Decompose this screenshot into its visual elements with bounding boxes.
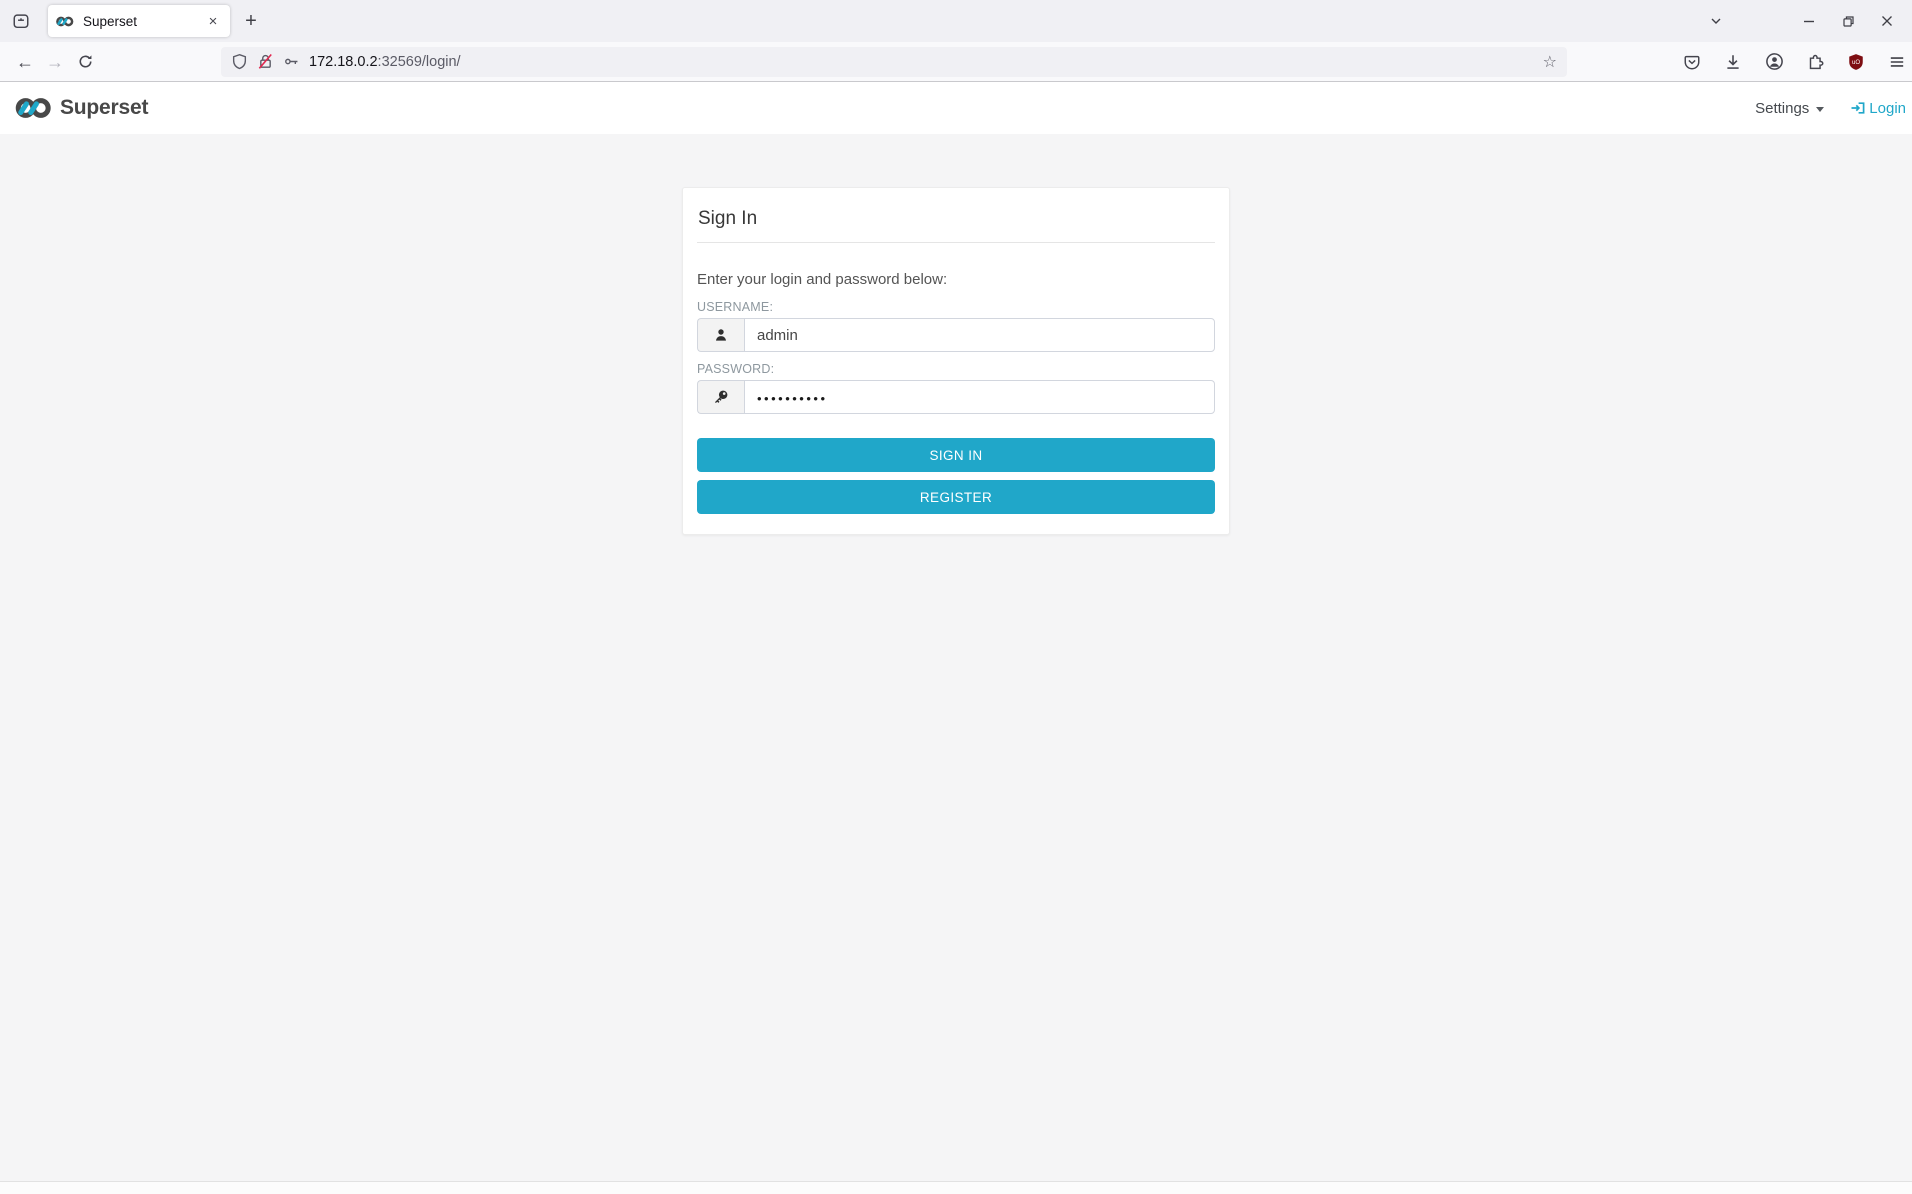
url-bar[interactable]: 172.18.0.2:32569/login/ ☆ [221,46,1567,77]
reload-icon [77,53,94,70]
forward-button[interactable]: → [40,47,70,77]
new-tab-button[interactable]: + [236,6,266,36]
list-all-tabs-button[interactable] [1703,8,1729,34]
sign-in-form: Enter your login and password below: USE… [697,243,1215,520]
back-arrow-icon: ← [16,51,34,72]
ublock-shield-icon: uO [1847,53,1865,71]
sign-in-button[interactable]: SIGN IN [697,438,1215,472]
plus-icon: + [245,9,257,32]
account-button[interactable] [1759,47,1789,77]
tab-title: Superset [83,13,138,29]
firefox-view-button[interactable] [6,6,36,36]
caret-down-icon [1816,106,1825,112]
username-input-group [697,318,1215,352]
register-button[interactable]: REGISTER [697,480,1215,514]
maximize-button[interactable] [1835,8,1861,34]
superset-brand[interactable]: Superset [13,95,148,121]
username-input[interactable] [744,318,1215,352]
login-label: Login [1869,99,1906,117]
password-addon [697,380,744,414]
sign-in-icon [1850,100,1866,116]
brand-title: Superset [60,96,149,119]
settings-label: Settings [1755,99,1810,117]
close-icon: × [208,12,218,30]
tab-close-button[interactable]: × [203,11,223,31]
password-input-group [697,380,1215,414]
tracking-protection-shield-icon[interactable] [231,53,248,70]
extensions-button[interactable] [1800,47,1830,77]
browser-window: Superset × + ← → 172.18.0.2:32569/login/… [0,0,1912,1194]
minimize-button[interactable] [1796,8,1822,34]
hamburger-menu-icon [1888,53,1906,71]
user-icon [713,327,729,343]
page-content: Sign In Enter your login and password be… [0,134,1912,1194]
close-window-button[interactable] [1874,8,1900,34]
tab-bar: Superset × + [0,0,1912,42]
settings-menu[interactable]: Settings [1755,99,1825,117]
minimize-icon [1801,13,1817,29]
ublock-label: uO [1852,59,1860,65]
window-controls [1703,8,1900,34]
key-icon [713,389,729,405]
save-to-pocket-button[interactable] [1677,47,1707,77]
reload-button[interactable] [70,47,100,77]
toolbar-actions: uO [1677,47,1912,77]
header-nav: Settings Login [1755,100,1906,117]
instruction-text: Enter your login and password below: [697,271,948,288]
forward-arrow-icon: → [46,51,64,72]
login-link[interactable]: Login [1850,100,1906,117]
panel-title: Sign In [698,208,758,229]
back-button[interactable]: ← [10,47,40,77]
firefox-view-icon [12,12,30,30]
star-icon: ☆ [1542,53,1557,71]
username-label: USERNAME: [697,300,774,314]
superset-logo-icon [13,95,55,121]
menu-button[interactable] [1882,47,1912,77]
page-footer [0,1181,1912,1194]
download-icon [1724,53,1742,71]
ublock-origin-button[interactable]: uO [1841,47,1871,77]
navigation-toolbar: ← → 172.18.0.2:32569/login/ ☆ uO [0,42,1912,82]
bookmark-star-button[interactable]: ☆ [1543,52,1557,72]
password-label: PASSWORD: [697,362,775,376]
chevron-down-icon [1708,13,1724,29]
restore-window-icon [1841,14,1856,29]
url-host: 172.18.0.2 [309,53,378,70]
username-addon [697,318,744,352]
superset-favicon-icon [55,15,75,28]
url-path: :32569/login/ [377,53,461,70]
downloads-button[interactable] [1718,47,1748,77]
url-text[interactable]: 172.18.0.2:32569/login/ [309,54,461,70]
pocket-icon [1683,53,1701,71]
saved-login-key-icon[interactable] [283,53,300,70]
account-icon [1765,52,1784,71]
password-input[interactable] [744,380,1215,414]
site-header: Superset Settings Login [0,82,1912,134]
sign-in-panel: Sign In Enter your login and password be… [682,187,1230,535]
close-icon [1879,13,1895,29]
puzzle-piece-icon [1806,53,1824,71]
insecure-lock-icon[interactable] [257,53,274,70]
browser-tab-superset[interactable]: Superset × [48,5,230,37]
